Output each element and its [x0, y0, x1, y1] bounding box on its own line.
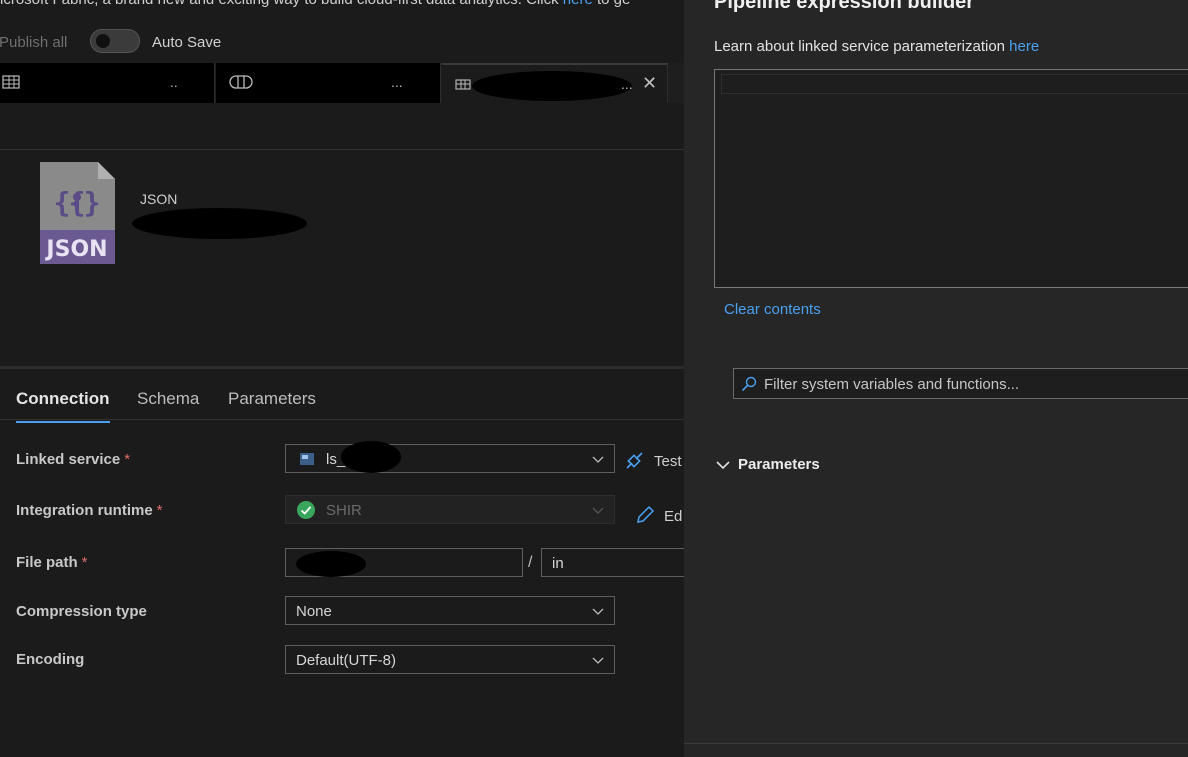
search-icon [741, 376, 757, 392]
chevron-down-icon [592, 507, 604, 514]
path-separator: / [528, 554, 533, 571]
compression-type-value: None [296, 603, 332, 620]
tab-overflow: ... [621, 76, 633, 92]
pipeline-icon [229, 75, 253, 89]
filter-input[interactable] [764, 374, 1184, 394]
chevron-down-icon [592, 657, 604, 664]
expression-editor[interactable] [714, 69, 1188, 288]
panel-title: Pipeline expression builder [714, 0, 975, 13]
dataset-icon [455, 79, 471, 90]
integration-runtime-value: SHIR [326, 502, 362, 519]
chevron-down-icon [716, 461, 730, 470]
integration-runtime-select[interactable]: SHIR [285, 495, 615, 524]
edit-runtime-button[interactable]: Ed [634, 504, 682, 526]
filter-box [733, 368, 1188, 399]
chevron-down-icon [592, 608, 604, 615]
json-file-icon: JSON { { } [40, 162, 115, 264]
clear-contents-link[interactable]: Clear contents [724, 301, 821, 318]
learn-more-text: Learn about linked service parameterizat… [714, 38, 1040, 55]
parameters-section-toggle[interactable]: Parameters [716, 456, 820, 473]
editor-current-line [721, 74, 1188, 94]
autosave-toggle[interactable] [90, 29, 140, 53]
file-path-directory-input[interactable]: in [541, 548, 684, 577]
test-connection-button[interactable]: Test [624, 451, 682, 471]
success-check-icon [297, 501, 315, 519]
linked-service-label: Linked service * [16, 451, 131, 468]
redacted-dataset-name [132, 208, 307, 239]
file-path-directory-value: in [552, 555, 564, 572]
required-marker: * [124, 451, 131, 468]
tab-overflow: ... [391, 74, 403, 90]
plug-icon [626, 452, 643, 469]
dataset-subtabs: Connection Schema Parameters [0, 386, 684, 423]
dataset-editor-pane: icrosoft Fabric, a brand new and excitin… [0, 0, 684, 757]
divider [0, 149, 684, 150]
close-icon[interactable]: ✕ [642, 73, 657, 94]
editor-tab-2[interactable]: ... [216, 63, 441, 103]
tab-schema[interactable]: Schema [137, 389, 199, 409]
compression-type-select[interactable]: None [285, 596, 615, 625]
encoding-select[interactable]: Default(UTF-8) [285, 645, 615, 674]
publish-all-button[interactable]: Publish all [0, 34, 67, 51]
redacted-value [296, 551, 366, 577]
pencil-icon [637, 505, 655, 523]
parameters-section-label: Parameters [738, 456, 820, 473]
file-path-container-input[interactable] [285, 548, 523, 577]
required-marker: * [156, 502, 163, 519]
compression-type-label: Compression type [16, 603, 147, 620]
editor-tab-3[interactable]: ... ✕ [442, 63, 668, 103]
linked-service-icon [300, 453, 314, 465]
tab-overflow: .. [170, 74, 178, 90]
learn-more-link[interactable]: here [1009, 38, 1039, 55]
editor-tab-1[interactable]: .. [0, 63, 215, 103]
svg-text:{: { [54, 186, 71, 219]
banner-text: icrosoft Fabric, a brand new and excitin… [0, 0, 563, 8]
chevron-down-icon [592, 456, 604, 463]
autosave-label: Auto Save [152, 34, 222, 51]
redacted-value [341, 441, 401, 473]
toolbar: Publish all Auto Save [0, 28, 684, 56]
tab-parameters[interactable]: Parameters [228, 389, 316, 409]
table-icon [2, 75, 20, 89]
toggle-knob [96, 34, 110, 48]
banner-link[interactable]: here [563, 0, 593, 8]
dataset-type-label: JSON [140, 191, 178, 207]
required-marker: * [81, 554, 88, 571]
encoding-label: Encoding [16, 651, 85, 668]
redacted-tab-title [472, 71, 632, 101]
json-icon-label: JSON [44, 237, 107, 262]
file-path-label: File path * [16, 554, 88, 571]
divider [684, 743, 1188, 744]
encoding-value: Default(UTF-8) [296, 652, 397, 669]
divider [0, 366, 684, 369]
integration-runtime-label: Integration runtime * [16, 502, 163, 519]
banner-suffix: to ge [593, 0, 630, 8]
expression-builder-panel: Pipeline expression builder Learn about … [684, 0, 1188, 757]
linked-service-select[interactable]: ls_ [285, 441, 615, 473]
svg-text:}: } [84, 186, 101, 219]
fabric-banner: icrosoft Fabric, a brand new and excitin… [0, 0, 684, 9]
tab-connection[interactable]: Connection [16, 389, 110, 423]
editor-tabs: .. ... ... ✕ [0, 63, 684, 103]
